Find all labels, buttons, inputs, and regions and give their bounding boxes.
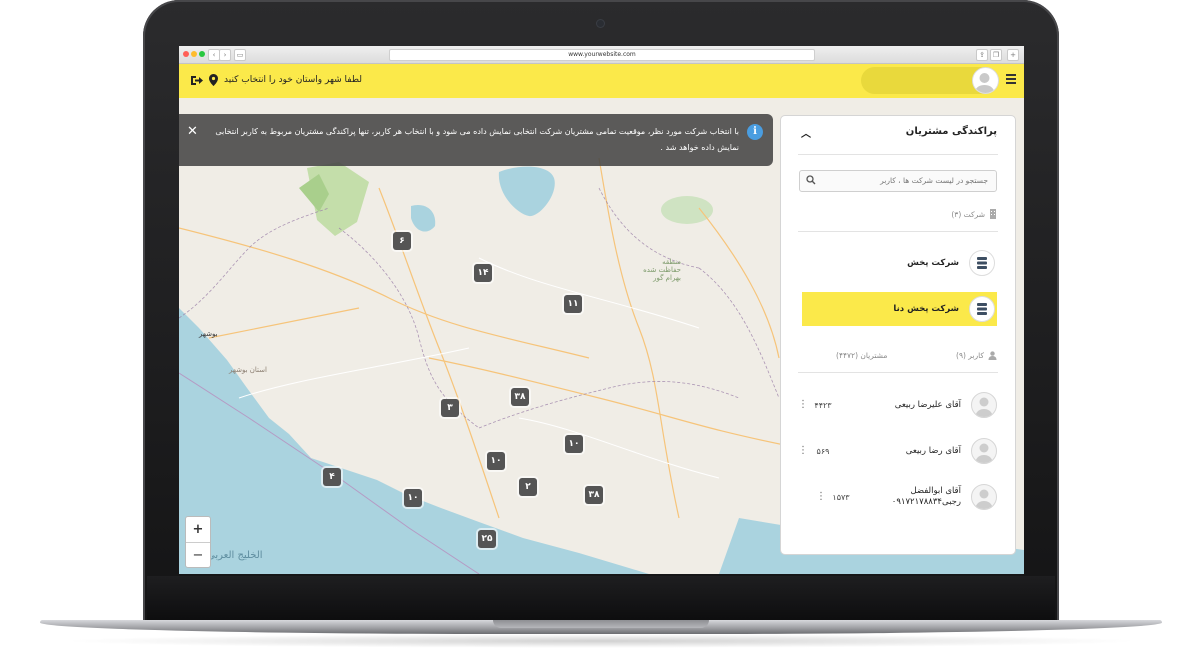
avatar [972,67,999,94]
user-icon [988,351,997,360]
location-pin-icon [209,74,218,86]
sidebar-toggle-icon[interactable]: ▭ [234,49,246,61]
user-name: آقای رضا ربیعی [905,445,961,456]
avatar [971,438,997,464]
map-cluster-marker[interactable]: ۱۰ [487,452,505,470]
map-cluster-marker[interactable]: ۳۸ [585,486,603,504]
map-cluster-marker[interactable]: ۱۴ [474,264,492,282]
webcam [597,20,604,27]
divider [798,372,998,373]
info-icon: i [747,124,763,140]
companies-header: شرکت (۳) [951,209,997,219]
more-options-icon[interactable]: ⋮ [798,400,808,410]
share-icon[interactable]: ⇪ [976,49,988,61]
close-icon[interactable]: ✕ [187,124,198,140]
header-title: لطفا شهر واستان خود را انتخاب کنید [224,75,362,85]
map-cluster-marker[interactable]: ۴ [323,468,341,486]
map-cluster-marker[interactable]: ۱۰ [404,489,422,507]
avatar [971,392,997,418]
info-banner: i با انتخاب شرکت مورد نظر، موقعیت تمامی … [179,114,773,166]
user-row[interactable]: آقای علیرضا ربیعی ۴۴۲۳ ⋮ [798,388,997,422]
minimize-window-button[interactable] [191,51,197,57]
company-item[interactable]: شرکت پخش [802,246,997,280]
user-customer-count: ۴۴۲۳ [814,400,832,410]
panel-title: پراکندگی مشتریان [905,126,997,137]
screen: ‹ › ▭ www.yourwebsite.com ⇪ ❐ + لطفا شهر… [179,46,1024,574]
maximize-window-button[interactable] [199,51,205,57]
logout-icon[interactable] [190,75,203,86]
map-cluster-marker[interactable]: ۱۰ [565,435,583,453]
server-icon [969,296,995,322]
map[interactable]: بوشهر استان بوشهر الخلیج العربی منطقه حف… [179,98,1024,574]
customer-distribution-panel: پراکندگی مشتریان ︿ شرکت (۳) شرکت پخش [780,115,1016,555]
user-row[interactable]: آقای ابوالفضل رجبی۰۹۱۷۲۱۷۸۸۳۴ ۱۵۷۳ ⋮ [802,480,997,514]
avatar [971,484,997,510]
users-count: کاربر (۹) [956,351,984,360]
user-profile-pill[interactable] [861,67,999,94]
app-header: لطفا شهر واستان خود را انتخاب کنید [179,64,1024,98]
add-tab-icon[interactable]: + [1007,49,1019,61]
hamburger-icon[interactable] [1006,74,1016,84]
more-options-icon[interactable]: ⋮ [798,446,808,456]
map-label-bushehr-province: استان بوشهر [229,366,267,374]
map-cluster-marker[interactable]: ۲۵ [478,530,496,548]
url-text: www.yourwebsite.com [568,51,636,58]
building-icon [990,209,996,219]
location-selector[interactable]: لطفا شهر واستان خود را انتخاب کنید [190,74,362,86]
user-name: آقای علیرضا ربیعی [894,399,961,410]
map-label-gulf: الخلیج العربی [207,550,263,561]
laptop-notch [493,620,709,628]
company-name: شرکت پخش دنا [893,304,959,314]
map-cluster-marker[interactable]: ۳۸ [511,388,529,406]
zoom-in-button[interactable]: + [186,517,210,543]
map-cluster-marker[interactable]: ۳ [441,399,459,417]
divider [798,154,998,155]
info-banner-text: با انتخاب شرکت مورد نظر، موقعیت تمامی مش… [215,127,739,152]
user-name: آقای ابوالفضل رجبی۰۹۱۷۲۱۷۸۸۳۴ [891,486,961,507]
map-cluster-marker[interactable]: ۲ [519,478,537,496]
laptop-chin [147,576,1055,622]
address-bar[interactable]: www.yourwebsite.com [389,49,815,61]
tabs-icon[interactable]: ❐ [990,49,1002,61]
company-name: شرکت پخش [907,258,959,268]
company-item-selected[interactable]: شرکت پخش دنا [802,292,997,326]
customers-count: مشتریان (۴۴۷۲) [836,351,888,360]
user-customer-count: ۵۶۹ [816,446,830,456]
laptop-shadow [60,634,1142,648]
forward-icon[interactable]: › [219,49,231,61]
close-window-button[interactable] [183,51,189,57]
map-cluster-marker[interactable]: ۱۱ [564,295,582,313]
server-icon [969,250,995,276]
browser-toolbar: ‹ › ▭ www.yourwebsite.com ⇪ ❐ + [179,46,1024,64]
users-header: کاربر (۹) [956,351,997,360]
user-customer-count: ۱۵۷۳ [832,492,850,502]
search-icon[interactable] [806,175,816,185]
chevron-up-icon[interactable]: ︿ [801,125,811,140]
zoom-out-button[interactable]: − [186,543,210,568]
search-box [799,170,997,192]
user-row[interactable]: آقای رضا ربیعی ۵۶۹ ⋮ [798,434,997,468]
zoom-control: + − [185,516,211,568]
divider [798,231,998,232]
search-input[interactable] [810,171,996,189]
map-cluster-marker[interactable]: ۶ [393,232,411,250]
more-options-icon[interactable]: ⋮ [816,492,826,502]
map-label-bushehr: بوشهر [199,330,218,338]
companies-count: شرکت (۳) [951,209,985,219]
map-label-protected-area: منطقه حفاظت شده بهرام گور [643,258,681,282]
